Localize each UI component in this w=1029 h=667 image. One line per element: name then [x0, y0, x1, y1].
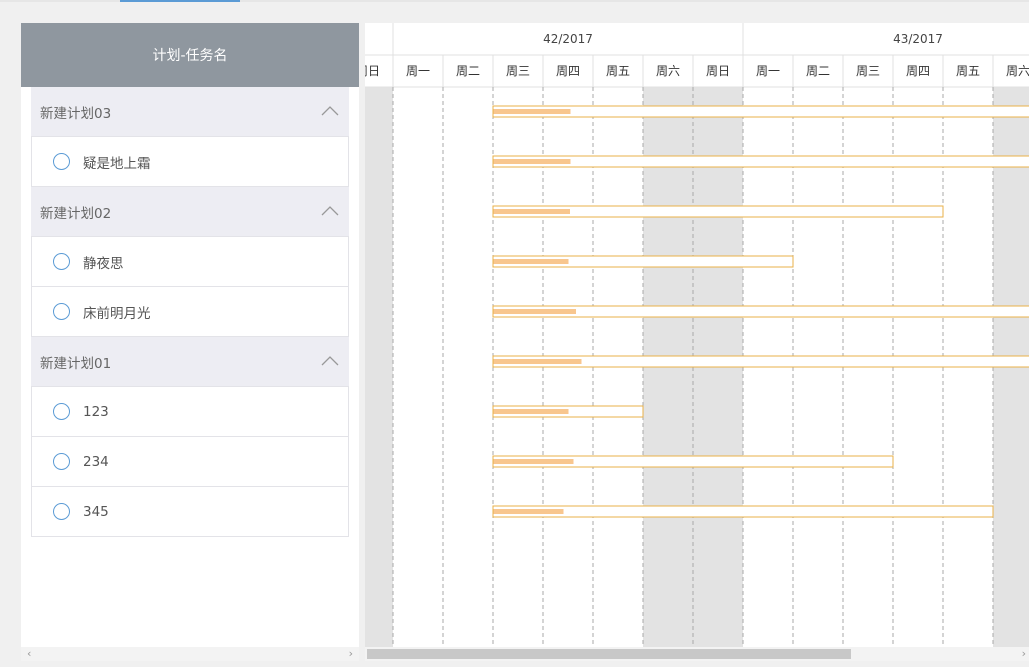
task-tree: 新建计划03 疑是地上霜新建计划02 静夜思床前明月光新建计划01 123 234 345	[31, 87, 349, 537]
gantt-bar-progress	[493, 359, 582, 364]
gantt-bar	[492, 155, 1029, 168]
task-row[interactable]: 疑是地上霜	[31, 137, 349, 187]
week-label: 42/2017	[543, 32, 593, 46]
day-label: 周三	[506, 64, 530, 78]
day-label: 周六	[656, 64, 680, 78]
task-tree-panel: 计划-任务名 新建计划03 疑是地上霜新建计划02 静夜思床前明月光新建计划01 12…	[21, 23, 359, 647]
gantt-bar-progress	[493, 209, 570, 214]
task-radio-button[interactable]	[53, 503, 70, 520]
task-name: 123	[83, 403, 109, 420]
task-row[interactable]: 123	[31, 387, 349, 437]
day-label: 周五	[606, 64, 630, 78]
collapse-chevron-icon[interactable]	[321, 355, 339, 367]
scroll-right-arrow-icon[interactable]: ›	[349, 647, 353, 661]
gantt-chart-panel: 42/2017 43/2017 周日 周一 周二 周三 周四 周五 周六 周日 周一 周二 周三 周四 周五…	[365, 23, 1029, 647]
task-name: 床前明月光	[83, 305, 151, 322]
gantt-bar-progress	[493, 309, 576, 314]
task-radio-button[interactable]	[53, 153, 70, 170]
plan-group-row[interactable]: 新建计划01	[31, 337, 349, 387]
day-label: 周日	[365, 64, 380, 78]
day-label: 周六	[1006, 64, 1029, 78]
plan-name: 新建计划03	[40, 105, 112, 122]
day-label: 周一	[406, 64, 430, 78]
task-row[interactable]: 静夜思	[31, 237, 349, 287]
day-label: 周三	[856, 64, 880, 78]
task-name: 疑是地上霜	[83, 155, 151, 172]
gantt-scroll-right-arrow-icon[interactable]: ›	[1022, 647, 1026, 661]
gantt-bar-progress	[493, 409, 569, 414]
plan-name: 新建计划02	[40, 205, 112, 222]
task-radio-button[interactable]	[53, 253, 70, 270]
collapse-chevron-icon[interactable]	[321, 105, 339, 117]
task-radio-button[interactable]	[53, 453, 70, 470]
plan-name: 新建计划01	[40, 355, 112, 372]
task-row[interactable]: 床前明月光	[31, 287, 349, 337]
task-name: 静夜思	[83, 255, 124, 272]
gantt-horizontal-scrollbar[interactable]: ›	[365, 647, 1029, 661]
week-label: 43/2017	[893, 32, 943, 46]
scroll-left-arrow-icon[interactable]: ‹	[27, 647, 31, 661]
task-row[interactable]: 234	[31, 437, 349, 487]
gantt-timeline: 42/2017 43/2017 周日 周一 周二 周三 周四 周五 周六 周日 周一 周二 周三 周四 周五…	[365, 23, 1029, 647]
task-radio-button[interactable]	[53, 303, 70, 320]
gantt-scrollbar-thumb[interactable]	[367, 649, 851, 659]
day-label: 周二	[456, 64, 480, 78]
gantt-bar-progress	[493, 509, 564, 514]
task-name: 234	[83, 453, 109, 470]
task-tree-horizontal-scrollbar[interactable]: ‹ ›	[21, 647, 359, 661]
gantt-bar-progress	[493, 259, 569, 264]
day-label: 周四	[906, 64, 930, 78]
gantt-bar-progress	[493, 159, 571, 164]
gantt-bar	[492, 505, 994, 518]
day-label: 周日	[706, 64, 730, 78]
task-name: 345	[83, 503, 109, 520]
plan-group-row[interactable]: 新建计划03	[31, 87, 349, 137]
weekend-column	[365, 87, 393, 647]
day-label: 周二	[806, 64, 830, 78]
task-tree-header: 计划-任务名	[21, 23, 359, 87]
gantt-bar	[492, 105, 1029, 118]
active-tab-indicator	[120, 0, 240, 2]
gantt-bar-progress	[493, 109, 571, 114]
task-radio-button[interactable]	[53, 403, 70, 420]
day-label: 周五	[956, 64, 980, 78]
plan-group-row[interactable]: 新建计划02	[31, 187, 349, 237]
day-label: 周一	[756, 64, 780, 78]
day-label: 周四	[556, 64, 580, 78]
task-row[interactable]: 345	[31, 487, 349, 537]
gantt-bar-progress	[493, 459, 574, 464]
collapse-chevron-icon[interactable]	[321, 205, 339, 217]
